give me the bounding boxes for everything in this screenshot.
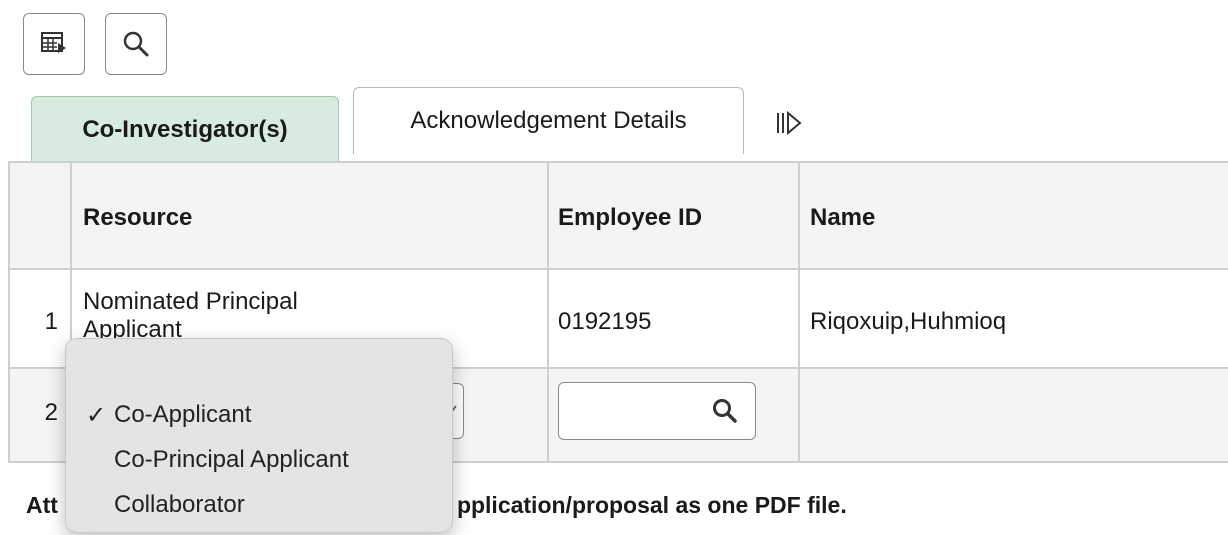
row-number: 1 bbox=[44, 308, 58, 335]
instructions-prefix: Att bbox=[26, 492, 58, 518]
column-header-resource[interactable]: Resource bbox=[83, 204, 192, 232]
employee-id-value: 0192195 bbox=[558, 308, 652, 335]
dropdown-option-co-principal-applicant[interactable]: Co-Principal Applicant bbox=[114, 446, 349, 474]
resource-value: Nominated Principal Applicant bbox=[83, 288, 298, 344]
search-icon bbox=[123, 31, 149, 57]
instructions-suffix: pplication/proposal as one PDF file. bbox=[456, 492, 847, 518]
tab-label: Co-Investigator(s) bbox=[82, 116, 288, 143]
tab-acknowledgement-details[interactable]: Acknowledgement Details bbox=[353, 87, 744, 154]
column-header-employee-id[interactable]: Employee ID bbox=[558, 204, 702, 232]
tab-co-investigators[interactable]: Co-Investigator(s) bbox=[31, 96, 339, 163]
show-all-columns-button[interactable] bbox=[775, 110, 803, 141]
checkmark-icon: ✓ bbox=[86, 402, 107, 429]
tab-label: Acknowledgement Details bbox=[410, 107, 687, 134]
table-view-icon bbox=[41, 32, 66, 53]
column-header-name[interactable]: Name bbox=[810, 204, 875, 232]
resource-dropdown-menu: ✓ Co-Applicant Co-Principal Applicant Co… bbox=[65, 338, 453, 533]
row-number: 2 bbox=[44, 399, 58, 426]
show-all-columns-icon bbox=[777, 110, 802, 136]
employee-id-input[interactable] bbox=[558, 382, 756, 440]
name-value: Riqoxuip,Huhmioq bbox=[810, 308, 1007, 335]
dropdown-option-co-applicant[interactable]: Co-Applicant bbox=[114, 401, 251, 429]
dropdown-option-collaborator[interactable]: Collaborator bbox=[114, 491, 245, 519]
resource-line: Nominated Principal bbox=[83, 288, 298, 315]
table-view-button[interactable] bbox=[23, 13, 85, 75]
search-icon[interactable] bbox=[711, 397, 739, 425]
find-button[interactable] bbox=[105, 13, 167, 75]
